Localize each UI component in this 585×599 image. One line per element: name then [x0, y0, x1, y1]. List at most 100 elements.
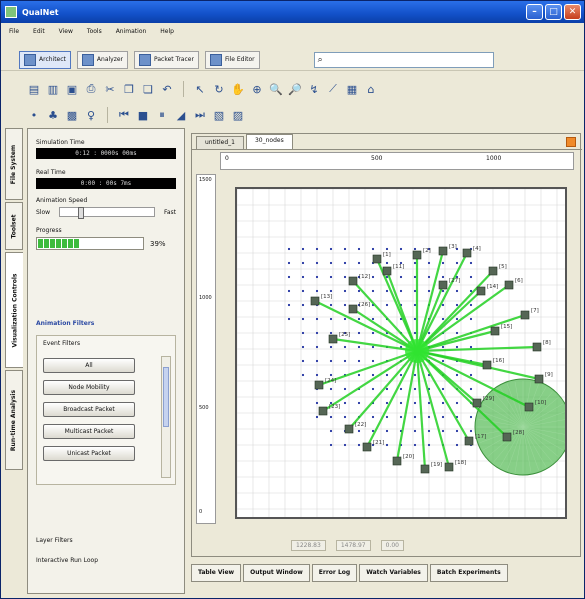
search-icon: ⌕: [317, 54, 323, 65]
tab-run-time-analysis[interactable]: Run-time Analysis: [5, 370, 23, 470]
grid-dot: [301, 331, 305, 335]
node-label: [17]: [475, 434, 486, 440]
event-filters-scrollbar[interactable]: [161, 356, 171, 478]
animation-speed-slider[interactable]: [59, 207, 155, 219]
tab-table-view[interactable]: Table View: [191, 564, 242, 582]
zoom-in-icon[interactable]: 🔍: [269, 82, 283, 96]
step-icon[interactable]: ◢: [174, 108, 188, 122]
grid-dot: [441, 401, 445, 405]
tab-error-log[interactable]: Error Log: [311, 564, 358, 582]
grid-dot: [357, 373, 361, 377]
menu-edit[interactable]: Edit: [33, 28, 45, 35]
filter-unicast-packet-button[interactable]: Unicast Packet: [43, 446, 135, 461]
grid-dot: [413, 429, 417, 433]
analyzer-mode-button[interactable]: Analyzer: [76, 50, 129, 69]
node-label: [1]: [383, 252, 391, 258]
layer-filters-item[interactable]: Layer Filters: [36, 537, 73, 544]
device-icon[interactable]: ⌂: [364, 82, 378, 96]
menu-file[interactable]: File: [9, 28, 19, 35]
stats-icon[interactable]: ▨: [231, 108, 245, 122]
tab-toolset[interactable]: Toolset: [5, 202, 23, 250]
filter-broadcast-packet-button[interactable]: Broadcast Packet: [43, 402, 135, 417]
grid-dot: [343, 415, 347, 419]
link-icon[interactable]: ⟋: [326, 82, 340, 96]
close-document-icon[interactable]: [566, 137, 576, 147]
tab-untitled-1[interactable]: untitled_1: [196, 136, 244, 149]
paste-icon[interactable]: ❏: [141, 82, 155, 96]
filter-node-mobility-button[interactable]: Node Mobility: [43, 380, 135, 395]
copy-icon[interactable]: ❐: [122, 82, 136, 96]
node-label: [11]: [393, 264, 404, 270]
open-icon[interactable]: ▥: [46, 82, 60, 96]
save-icon[interactable]: ▣: [65, 82, 79, 96]
grid-dot: [343, 247, 347, 251]
tab-visualization-controls[interactable]: Visualization Controls: [5, 252, 23, 368]
pan-hand-icon[interactable]: ✋: [231, 82, 245, 96]
menu-view[interactable]: View: [59, 28, 73, 35]
device-settings-icon[interactable]: ▩: [65, 108, 79, 122]
zoom-region-icon[interactable]: ⊕: [250, 82, 264, 96]
grid-dot: [427, 275, 431, 279]
architect-mode-button[interactable]: Architect: [19, 50, 71, 69]
network-node: [348, 276, 358, 286]
menu-help[interactable]: Help: [160, 28, 174, 35]
scrollbar-thumb[interactable]: [163, 367, 169, 427]
zoom-out-icon[interactable]: 🔎: [288, 82, 302, 96]
grid-dot: [427, 429, 431, 433]
node-label: [2]: [423, 248, 431, 254]
grid-dot: [343, 443, 347, 447]
step-back-icon[interactable]: ⏮: [117, 108, 131, 122]
menu-tools[interactable]: Tools: [87, 28, 102, 35]
minimize-button[interactable]: –: [526, 4, 543, 20]
search-input[interactable]: ⌕: [313, 51, 494, 68]
maximize-button[interactable]: □: [545, 4, 562, 20]
undo-icon[interactable]: ↶: [160, 82, 174, 96]
tab-file-system[interactable]: File System: [5, 128, 23, 200]
interactive-run-loop-item[interactable]: Interactive Run Loop: [36, 557, 98, 564]
monitor-icon[interactable]: ♀: [84, 108, 98, 122]
new-icon[interactable]: ▤: [27, 82, 41, 96]
tab-30-nodes[interactable]: 30_nodes: [245, 134, 293, 149]
progress-label: Progress: [36, 227, 62, 234]
topology-svg[interactable]: [1] [2] [3] [4] [5] [6] [7] [8] [9] [10] [11] [12] […: [236, 188, 572, 517]
network-topology-canvas[interactable]: [1] [2] [3] [4] [5] [6] [7] [8] [9] [10] [11] [12] […: [235, 187, 572, 519]
grid-dot: [343, 275, 347, 279]
animation-filters-heading: Animation Filters: [36, 320, 95, 327]
filter-all-button[interactable]: All: [43, 358, 135, 373]
network-node: [344, 424, 354, 434]
grid-icon[interactable]: ▦: [345, 82, 359, 96]
grid-dot: [315, 275, 319, 279]
tab-watch-variables[interactable]: Watch Variables: [359, 564, 428, 582]
wireless-link-icon[interactable]: ↯: [307, 82, 321, 96]
packet-tracer-mode-button[interactable]: Packet Tracer: [134, 50, 199, 69]
grid-dot: [371, 359, 375, 363]
tab-batch-experiments[interactable]: Batch Experiments: [429, 564, 508, 582]
print-icon[interactable]: ⎙: [84, 82, 98, 96]
slider-thumb[interactable]: [77, 207, 84, 219]
stop-icon[interactable]: ■: [136, 108, 150, 122]
grid-dot: [469, 429, 473, 433]
tab-output-window[interactable]: Output Window: [243, 564, 310, 582]
node-label: [12]: [359, 274, 370, 280]
grid-dot: [469, 415, 473, 419]
file-editor-mode-button[interactable]: File Editor: [204, 50, 260, 69]
node-label: [5]: [499, 264, 507, 270]
select-pointer-icon[interactable]: ↖: [193, 82, 207, 96]
rotate-icon[interactable]: ↻: [212, 82, 226, 96]
run-toolbar: • ♣ ▩ ♀ ⏮ ■ ⏸ ◢ ⏭ ▧ ▨: [1, 103, 584, 127]
run-options-icon[interactable]: •: [27, 108, 41, 122]
grid-dot: [371, 275, 375, 279]
menu-animation[interactable]: Animation: [116, 28, 147, 35]
node-label: [13]: [321, 294, 332, 300]
chart-icon[interactable]: ▧: [212, 108, 226, 122]
filter-multicast-packet-button[interactable]: Multicast Packet: [43, 424, 135, 439]
run-icon[interactable]: ♣: [46, 108, 60, 122]
step-forward-icon[interactable]: ⏭: [193, 108, 207, 122]
grid-dot: [371, 331, 375, 335]
grid-dot: [385, 401, 389, 405]
pause-icon[interactable]: ⏸: [155, 108, 169, 122]
network-node: [462, 248, 472, 258]
network-node: [362, 442, 372, 452]
close-button[interactable]: ✕: [564, 4, 581, 20]
cut-icon[interactable]: ✂: [103, 82, 117, 96]
